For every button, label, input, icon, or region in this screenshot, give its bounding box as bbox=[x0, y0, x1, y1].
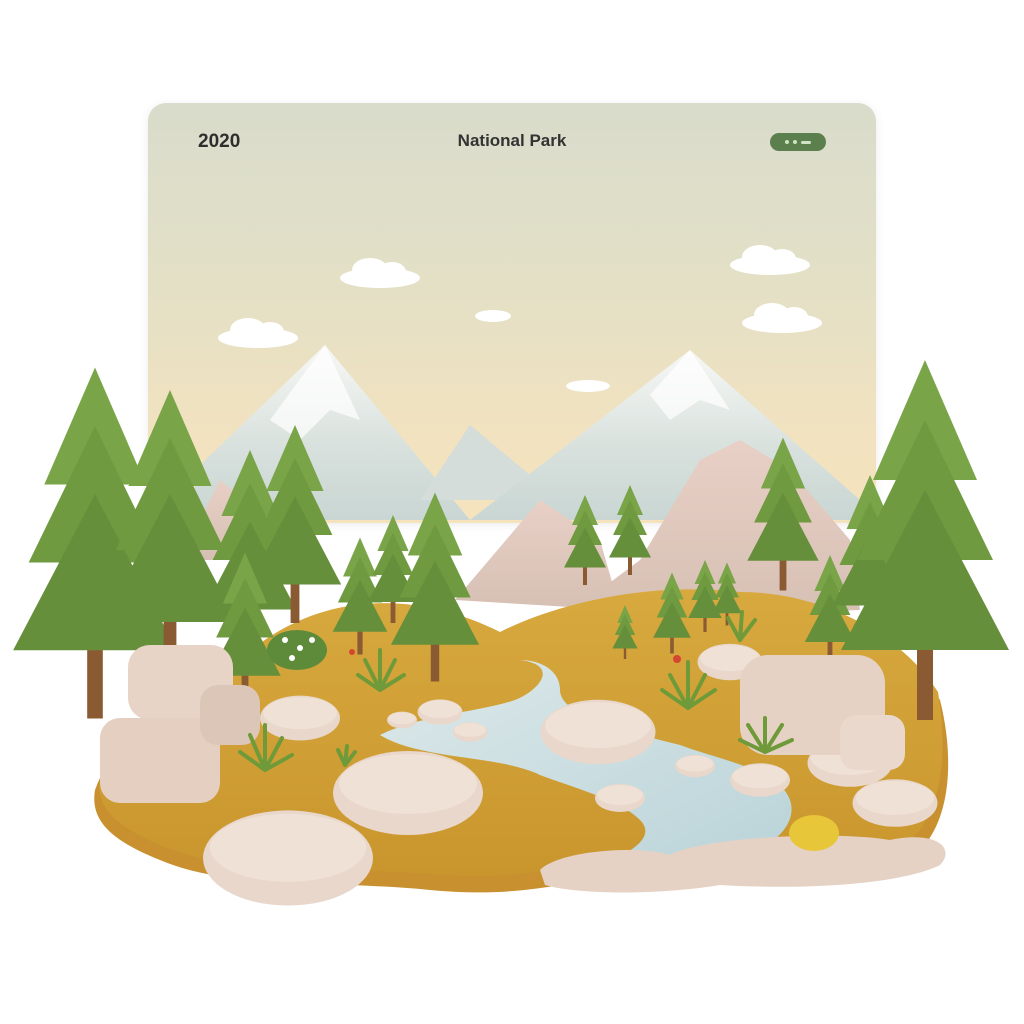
yellow-stone bbox=[789, 815, 839, 851]
rock bbox=[675, 754, 715, 778]
cloud bbox=[218, 318, 298, 348]
rock bbox=[730, 763, 790, 797]
rock bbox=[260, 695, 340, 741]
rock bbox=[387, 711, 417, 729]
rock bbox=[852, 779, 938, 827]
cloud bbox=[340, 258, 420, 288]
rock bbox=[417, 699, 463, 725]
rock bbox=[595, 784, 645, 812]
cloud bbox=[475, 310, 511, 322]
rock bbox=[452, 722, 488, 742]
cloud bbox=[742, 303, 822, 333]
rock bbox=[333, 751, 483, 835]
flower-bush bbox=[267, 630, 327, 670]
cloud bbox=[566, 380, 610, 392]
rock bbox=[203, 810, 373, 906]
rock bbox=[540, 699, 656, 765]
diorama-illustration bbox=[13, 245, 1009, 906]
cloud bbox=[730, 245, 810, 275]
